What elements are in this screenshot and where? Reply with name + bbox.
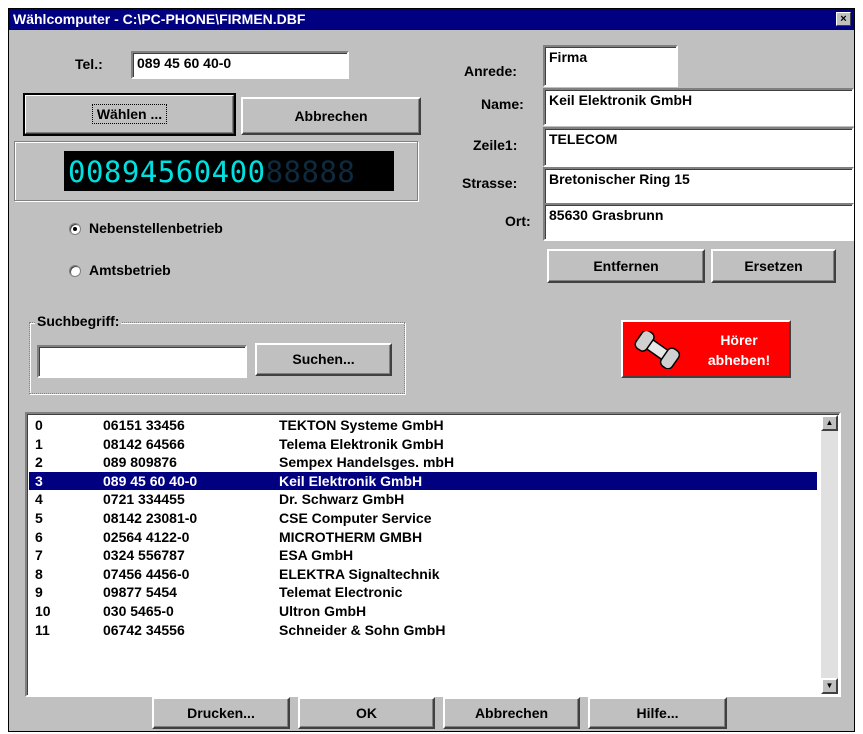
list-cell-nr: 4 — [35, 491, 43, 508]
ersetzen-button[interactable]: Ersetzen — [711, 249, 836, 283]
radio-amtsbetrieb[interactable] — [69, 265, 81, 277]
list-cell-firma: Dr. Schwarz GmbH — [279, 491, 405, 508]
name-field[interactable]: Keil Elektronik GmbH — [543, 88, 854, 126]
anrede-field[interactable]: Firma — [543, 45, 678, 87]
ort-label: Ort: — [505, 213, 531, 229]
list-cell-firma: ELEKTRA Signaltechnik — [279, 565, 440, 582]
hoerer-text: Hörer abheben! — [691, 330, 787, 370]
list-item[interactable]: 8 07456 4456-0 ELEKTRA Signaltechnik — [29, 565, 817, 583]
list-cell-nr: 3 — [35, 472, 43, 489]
display-digits: 0089456040088888 — [68, 154, 355, 190]
list-cell-nr: 6 — [35, 528, 43, 545]
list-cell-firma: Ultron GmbH — [279, 603, 367, 619]
list-cell-tel: 0721 334455 — [103, 491, 185, 508]
close-icon[interactable]: × — [836, 12, 851, 26]
drucken-button[interactable]: Drucken... — [152, 697, 290, 729]
abbrechen-button[interactable]: Abbrechen — [443, 697, 580, 729]
list-cell-nr: 11 — [35, 621, 50, 638]
list-cell-firma: Telema Elektronik GmbH — [279, 435, 444, 452]
tel-label: Tel.: — [75, 56, 103, 72]
list-cell-tel: 030 5465-0 — [103, 603, 174, 619]
list-cell-nr: 10 — [35, 603, 51, 619]
hilfe-button[interactable]: Hilfe... — [588, 697, 727, 729]
list-item[interactable]: 3 089 45 60 40-0 Keil Elektronik GmbH — [29, 471, 817, 490]
list-cell-tel: 02564 4122-0 — [103, 528, 190, 545]
number-display: 0089456040088888 — [64, 151, 394, 191]
list-cell-tel: 06151 33456 — [103, 417, 185, 433]
hoerer-line2: abheben! — [707, 352, 771, 368]
hoerer-abheben-button[interactable]: Hörer abheben! — [621, 320, 791, 378]
list-item[interactable]: 7 0324 556787 ESA GmbH — [29, 546, 817, 564]
list-scrollbar[interactable]: ▲ ▼ — [821, 415, 838, 694]
list-item[interactable]: 5 08142 23081-0 CSE Computer Service — [29, 509, 817, 527]
list-cell-nr: 9 — [35, 584, 43, 601]
title-bar[interactable]: Wählcomputer - C:\PC-PHONE\FIRMEN.DBF × — [9, 9, 854, 30]
list-cell-nr: 7 — [35, 547, 43, 564]
radio-dot — [73, 227, 77, 231]
list-cell-firma: MICROTHERM GMBH — [279, 528, 423, 545]
name-label: Name: — [481, 96, 524, 112]
entfernen-button[interactable]: Entfernen — [547, 249, 705, 283]
list-cell-nr: 0 — [35, 417, 43, 433]
list-cell-tel: 09877 5454 — [103, 584, 177, 601]
list-item[interactable]: 11 06742 34556 Schneider & Sohn GmbH — [29, 621, 817, 639]
hoerer-line1: Hörer — [720, 332, 758, 348]
list-cell-firma: Schneider & Sohn GmbH — [279, 621, 446, 638]
window-title: Wählcomputer - C:\PC-PHONE\FIRMEN.DBF — [13, 11, 306, 27]
nebenstellenbetrieb-label[interactable]: Nebenstellenbetrieb — [89, 220, 223, 236]
list-cell-firma: Sempex Handelsges. mbH — [279, 454, 455, 471]
suchen-button[interactable]: Suchen... — [255, 343, 392, 376]
list-cell-nr: 2 — [35, 454, 43, 471]
strasse-label: Strasse: — [462, 175, 518, 191]
list-cell-firma: TEKTON Systeme GmbH — [279, 417, 444, 433]
list-cell-firma: Telemat Electronic — [279, 584, 403, 601]
scroll-up-icon[interactable]: ▲ — [821, 415, 838, 431]
list-cell-tel: 0324 556787 — [103, 547, 185, 564]
search-label: Suchbegriff: — [35, 313, 122, 329]
list-item[interactable]: 1 08142 64566 Telema Elektronik GmbH — [29, 435, 817, 453]
telephone-handset-icon — [634, 331, 681, 369]
list-cell-tel: 08142 23081-0 — [103, 510, 198, 526]
amtsbetrieb-label[interactable]: Amtsbetrieb — [89, 262, 171, 278]
list-cell-nr: 1 — [35, 435, 43, 452]
zeile1-field[interactable]: TELECOM — [543, 127, 854, 167]
list-cell-nr: 8 — [35, 565, 43, 582]
list-item[interactable]: 6 02564 4122-0 MICROTHERM GMBH — [29, 528, 817, 546]
list-cell-firma: ESA GmbH — [279, 547, 354, 564]
list-item[interactable]: 4 0721 334455 Dr. Schwarz GmbH — [29, 490, 817, 508]
list-cell-tel: 07456 4456-0 — [103, 565, 190, 582]
dial-dialog: Wählcomputer - C:\PC-PHONE\FIRMEN.DBF × … — [8, 8, 855, 732]
list-cell-firma: CSE Computer Service — [279, 510, 432, 526]
ort-field[interactable]: 85630 Grasbrunn — [543, 203, 854, 241]
scroll-down-icon[interactable]: ▼ — [821, 678, 838, 694]
contact-list[interactable]: 0 06151 33456 TEKTON Systeme GmbH 1 08142 64… — [25, 412, 841, 697]
search-input[interactable] — [37, 345, 247, 378]
waehlen-label: Wählen ... — [91, 104, 168, 124]
list-cell-nr: 5 — [35, 510, 43, 526]
zeile1-label: Zeile1: — [473, 137, 518, 153]
list-cell-tel: 089 809876 — [103, 454, 177, 471]
abbrechen-top-button[interactable]: Abbrechen — [241, 97, 421, 135]
display-unlit-digits: 88888 — [265, 155, 356, 189]
list-item[interactable]: 10 030 5465-0 Ultron GmbH — [29, 602, 817, 620]
list-cell-tel: 06742 34556 — [103, 621, 185, 638]
radio-nebenstellenbetrieb[interactable] — [69, 223, 81, 235]
list-item[interactable]: 0 06151 33456 TEKTON Systeme GmbH — [29, 416, 817, 434]
display-lit-digits: 00894560400 — [68, 155, 266, 189]
list-cell-firma: Keil Elektronik GmbH — [279, 472, 423, 489]
list-cell-tel: 089 45 60 40-0 — [103, 472, 198, 489]
list-item[interactable]: 9 09877 5454 Telemat Electronic — [29, 583, 817, 601]
waehlen-button[interactable]: Wählen ... — [23, 93, 236, 136]
anrede-label: Anrede: — [464, 63, 517, 79]
ok-button[interactable]: OK — [298, 697, 435, 729]
list-item[interactable]: 2 089 809876 Sempex Handelsges. mbH — [29, 453, 817, 471]
tel-input[interactable]: 089 45 60 40-0 — [131, 51, 349, 79]
strasse-field[interactable]: Bretonischer Ring 15 — [543, 167, 854, 206]
list-cell-tel: 08142 64566 — [103, 435, 185, 452]
